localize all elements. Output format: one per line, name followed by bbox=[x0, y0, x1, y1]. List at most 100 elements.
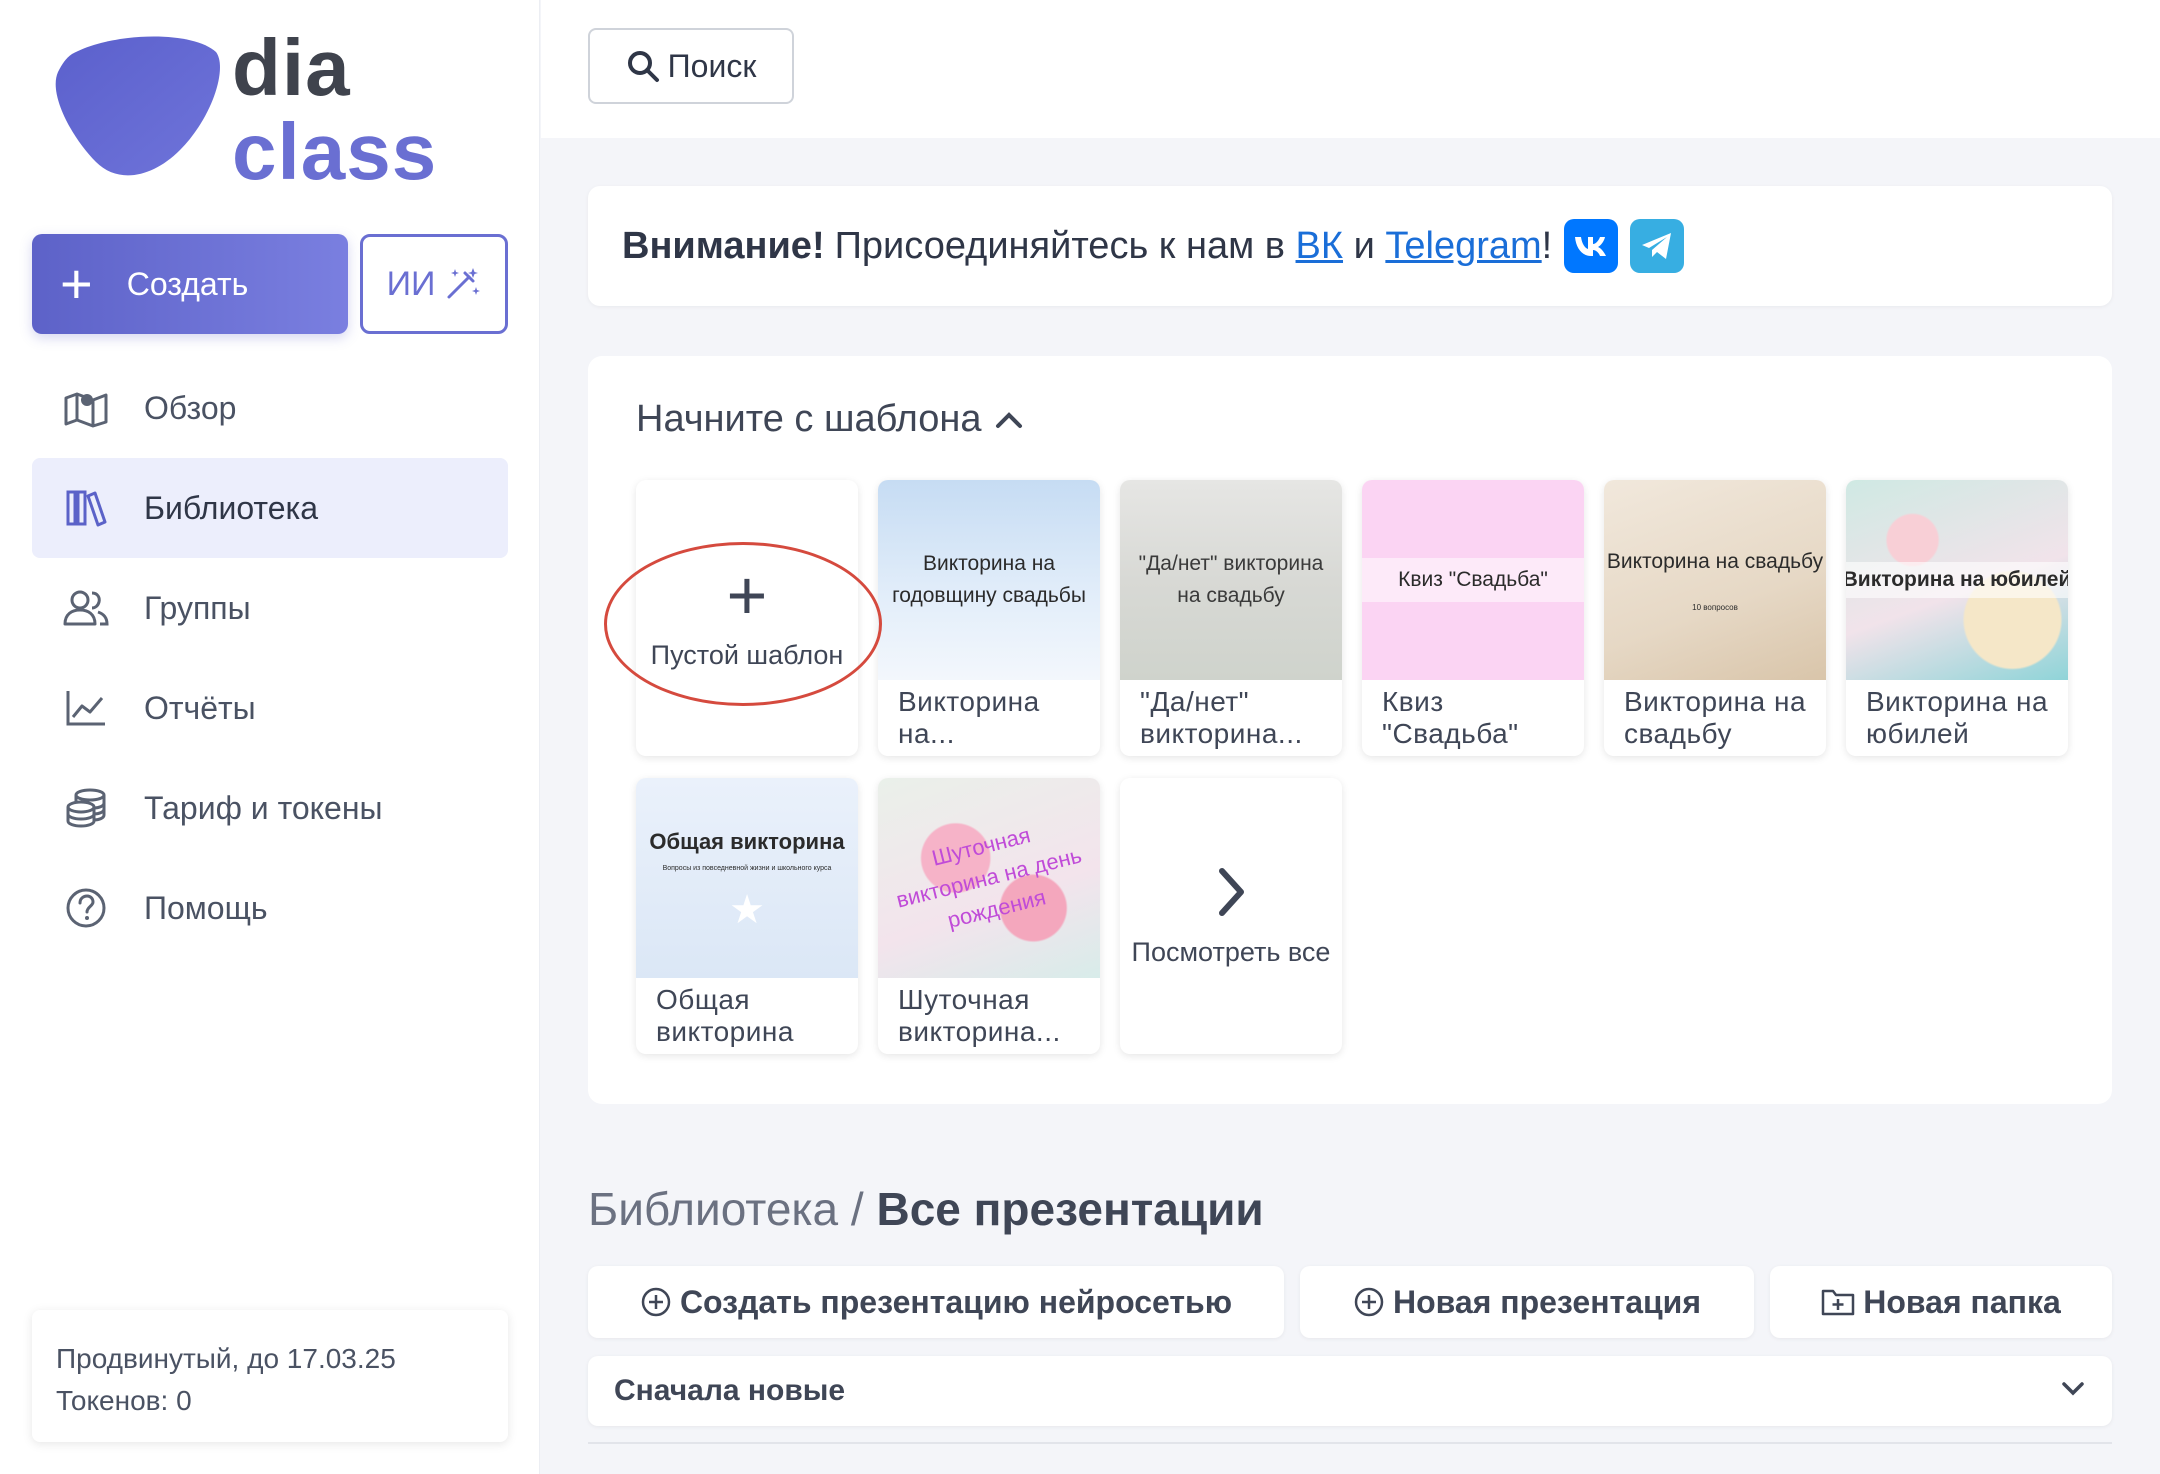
sidebar-item-overview[interactable]: Обзор bbox=[32, 358, 508, 458]
sidebar-item-label: Библиотека bbox=[144, 489, 318, 526]
empty-template-label: Пустой шаблон bbox=[650, 640, 844, 670]
notice-exclaim: ! bbox=[1541, 224, 1553, 267]
template-thumb: Общая викторина Вопросы из повседневной … bbox=[636, 778, 858, 978]
ai-button[interactable]: ИИ bbox=[360, 234, 508, 334]
template-card[interactable]: Викторина на свадьбу 10 вопросов Виктори… bbox=[1604, 480, 1826, 756]
sidebar-item-label: Обзор bbox=[144, 389, 237, 426]
divider bbox=[588, 1442, 2112, 1444]
sidebar-item-tariff[interactable]: Тариф и токены bbox=[32, 758, 508, 858]
template-card[interactable]: Викторина на годовщину свадьбы Викторина… bbox=[878, 480, 1100, 756]
users-icon bbox=[62, 584, 110, 632]
sort-select[interactable]: Сначала новые bbox=[588, 1356, 2112, 1426]
sidebar-item-label: Тариф и токены bbox=[144, 789, 383, 826]
template-thumb: Викторина на годовщину свадьбы bbox=[878, 480, 1100, 680]
sidebar-item-reports[interactable]: Отчёты bbox=[32, 658, 508, 758]
telegram-icon[interactable] bbox=[1630, 219, 1685, 273]
magic-wand-icon bbox=[447, 268, 481, 299]
new-presentation-button[interactable]: Новая презентация bbox=[1300, 1266, 1754, 1338]
plus-circle-icon bbox=[641, 1287, 671, 1317]
search-icon bbox=[627, 51, 659, 82]
plus-icon: + bbox=[60, 252, 93, 315]
notice-banner: Внимание! Присоединяйтесь к нам в ВК и T… bbox=[588, 186, 2112, 306]
template-thumb: Квиз "Свадьба" bbox=[1362, 480, 1584, 680]
sidebar-item-help[interactable]: Помощь bbox=[32, 858, 508, 958]
logo[interactable]: dia class bbox=[52, 23, 436, 192]
template-caption: Викторина на свадьбу bbox=[1624, 686, 1807, 749]
top-bar: Поиск bbox=[541, 0, 2160, 138]
template-card[interactable]: Викторина на юбилей Викторина на юбилей bbox=[1846, 480, 2068, 756]
page-title: Все презентации bbox=[876, 1183, 1264, 1235]
empty-template-card[interactable]: + Пустой шаблон bbox=[636, 480, 858, 756]
sidebar-item-library[interactable]: Библиотека bbox=[32, 458, 508, 558]
plus-icon: + bbox=[726, 556, 768, 634]
template-thumb: Шуточная викторина на день рождения bbox=[878, 778, 1100, 978]
action-label: Создать презентацию нейросетью bbox=[679, 1283, 1233, 1320]
template-thumb: Викторина на юбилей bbox=[1846, 480, 2068, 680]
template-card[interactable]: Квиз "Свадьба" Квиз "Свадьба" bbox=[1362, 480, 1584, 756]
folder-plus-icon bbox=[1821, 1289, 1855, 1316]
template-caption: Викторина на... bbox=[898, 686, 1040, 749]
search-label: Поиск bbox=[667, 47, 757, 84]
notice-text: Присоединяйтесь к нам в bbox=[834, 224, 1285, 267]
vk-icon[interactable] bbox=[1564, 219, 1619, 273]
chevron-right-icon bbox=[1219, 867, 1244, 916]
sort-value: Сначала новые bbox=[614, 1374, 846, 1407]
create-ai-presentation-button[interactable]: Создать презентацию нейросетью bbox=[588, 1266, 1284, 1338]
notice-bold: Внимание! bbox=[622, 224, 825, 267]
logo-blob-icon bbox=[55, 36, 220, 176]
template-thumb-title: Шуточная викторина на день рождения bbox=[893, 822, 1085, 933]
logo-text-dia: dia bbox=[232, 23, 351, 112]
telegram-link[interactable]: Telegram bbox=[1385, 225, 1541, 268]
sidebar-item-groups[interactable]: Группы bbox=[32, 558, 508, 658]
template-card[interactable]: "Да/нет" викторина на свадьбу "Да/нет" в… bbox=[1120, 480, 1342, 756]
template-thumb-subtitle: Вопросы из повседневной жизни и школьног… bbox=[662, 865, 832, 872]
template-caption: Викторина на юбилей bbox=[1866, 686, 2049, 749]
template-caption: Общая викторина bbox=[656, 984, 794, 1047]
sidebar-item-label: Помощь bbox=[144, 889, 268, 926]
chevron-down-icon bbox=[2062, 1382, 2084, 1396]
templates-toggle[interactable]: Начните с шаблона bbox=[636, 398, 1024, 441]
template-thumb: "Да/нет" викторина на свадьбу bbox=[1120, 480, 1342, 680]
action-label: Новая папка bbox=[1863, 1283, 2061, 1320]
coins-icon bbox=[62, 784, 110, 832]
templates-panel: Начните с шаблона + Пустой шаблон Виктор… bbox=[588, 356, 2112, 1104]
empty-template-thumb: + Пустой шаблон bbox=[636, 480, 858, 756]
template-card[interactable]: Общая викторина Вопросы из повседневной … bbox=[636, 778, 858, 1054]
create-button[interactable]: + Создать bbox=[32, 234, 348, 334]
token-count: Токенов: 0 bbox=[56, 1385, 192, 1416]
template-thumb-title: Общая викторина bbox=[649, 829, 845, 854]
plus-circle-icon bbox=[1354, 1287, 1384, 1317]
chart-line-icon bbox=[62, 684, 110, 732]
templates-title: Начните с шаблона bbox=[636, 398, 982, 440]
map-icon bbox=[62, 384, 110, 432]
see-all-templates-button[interactable]: Посмотреть все bbox=[1120, 778, 1342, 1054]
search-button[interactable]: Поиск bbox=[588, 28, 794, 104]
template-thumb-title: Викторина на годовщину свадьбы bbox=[892, 552, 1086, 607]
library-breadcrumb: Библиотека / Все презентации bbox=[588, 1183, 1264, 1235]
ai-label: ИИ bbox=[386, 264, 436, 303]
action-label: Новая презентация bbox=[1392, 1283, 1702, 1320]
sidebar-nav: Обзор Библиотека Группы Отчёты Тариф и т… bbox=[32, 358, 508, 958]
template-thumb-title: Квиз "Свадьба" bbox=[1362, 558, 1584, 602]
sidebar: dia class + Создать ИИ Обзор Библиотека bbox=[0, 0, 540, 1474]
see-all-label: Посмотреть все bbox=[1131, 936, 1331, 967]
template-caption: "Да/нет" викторина... bbox=[1140, 686, 1303, 749]
sidebar-item-label: Отчёты bbox=[144, 689, 256, 726]
template-thumb-title: "Да/нет" викторина на свадьбу bbox=[1138, 552, 1324, 607]
template-thumb-subtitle: 10 вопросов bbox=[1692, 603, 1738, 612]
plan-card[interactable]: Продвинутый, до 17.03.25 Токенов: 0 bbox=[32, 1310, 508, 1442]
template-thumb-title: Викторина на свадьбу bbox=[1606, 550, 1824, 573]
library-icon bbox=[62, 484, 110, 532]
new-folder-button[interactable]: Новая папка bbox=[1770, 1266, 2112, 1338]
help-icon bbox=[62, 884, 110, 932]
notice-and: и bbox=[1353, 224, 1375, 267]
breadcrumb-root[interactable]: Библиотека bbox=[588, 1183, 838, 1235]
chevron-up-icon bbox=[995, 411, 1022, 428]
template-caption: Квиз "Свадьба" bbox=[1382, 686, 1519, 749]
template-thumb: Викторина на свадьбу 10 вопросов bbox=[1604, 480, 1826, 680]
logo-text-class: class bbox=[232, 107, 438, 196]
vk-link[interactable]: ВК bbox=[1296, 225, 1343, 268]
template-thumb-title: Викторина на юбилей bbox=[1846, 562, 2068, 598]
template-card[interactable]: Шуточная викторина на день рождения Шуто… bbox=[878, 778, 1100, 1054]
sidebar-item-label: Группы bbox=[144, 589, 251, 626]
